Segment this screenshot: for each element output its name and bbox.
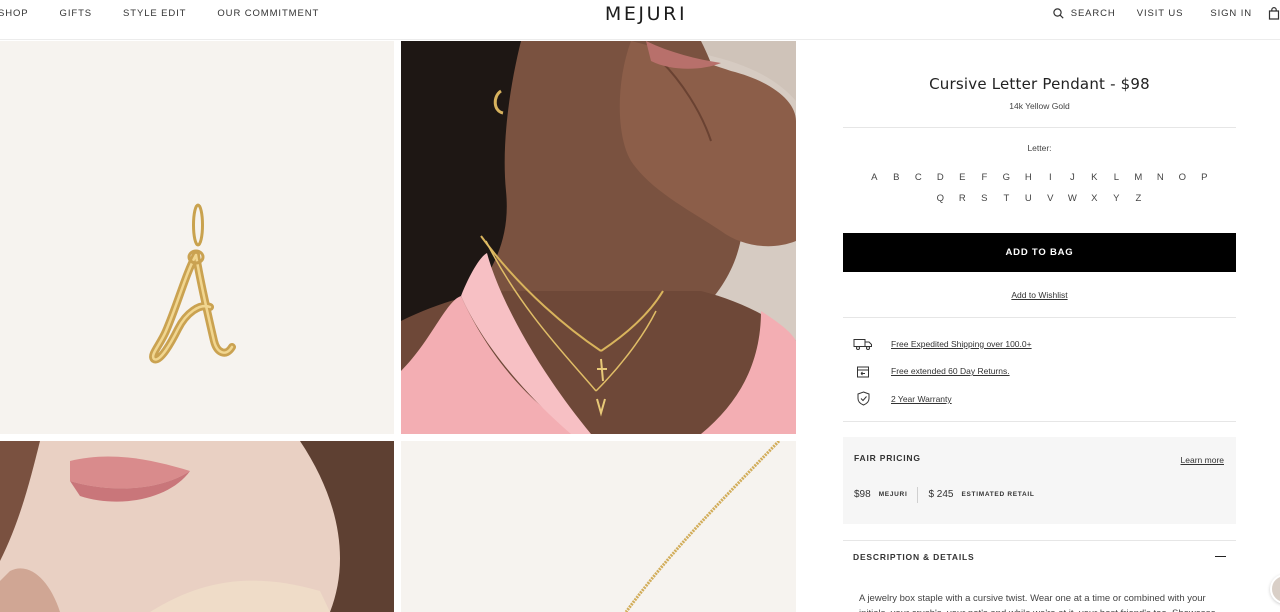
return-box-icon — [853, 365, 873, 378]
product-panel: Cursive Letter Pendant - $98 14k Yellow … — [843, 41, 1236, 612]
perk-returns: Free extended 60 Day Returns. — [843, 358, 1236, 386]
truck-icon — [853, 338, 873, 350]
letter-option-g[interactable]: G — [996, 172, 1018, 193]
fair-pricing-box: FAIR PRICING Learn more $98 MEJURI $ 245… — [843, 436, 1236, 524]
letter-selector: ABCDEFGHIJKLMNOP QRSTUVWXYZ — [843, 172, 1236, 214]
collapse-minus-icon[interactable] — [1215, 555, 1226, 558]
mejuri-price-tag: MEJURI — [878, 491, 908, 498]
perk-warranty-link[interactable]: 2 Year Warranty — [891, 394, 952, 404]
perk-shipping: Free Expedited Shipping over 100.0+ — [843, 330, 1236, 358]
product-image-chain[interactable] — [401, 441, 796, 612]
search-icon — [1053, 7, 1064, 19]
product-gallery — [0, 41, 796, 612]
add-to-wishlist-link[interactable]: Add to Wishlist — [843, 290, 1236, 300]
nav-sign-in[interactable]: SIGN IN — [1210, 8, 1252, 19]
letter-option-x[interactable]: X — [1084, 193, 1106, 214]
chat-widget-button[interactable] — [1270, 574, 1280, 604]
letter-option-q[interactable]: Q — [930, 193, 952, 214]
price-comparison: $98 MEJURI $ 245 ESTIMATED RETAIL — [854, 486, 1035, 503]
product-material: 14k Yellow Gold — [1009, 101, 1070, 111]
letter-option-p[interactable]: P — [1194, 172, 1216, 193]
add-to-bag-button[interactable]: ADD TO BAG — [843, 233, 1236, 272]
letter-option-n[interactable]: N — [1150, 172, 1172, 193]
fair-pricing-title: FAIR PRICING — [854, 452, 921, 463]
letter-label: Letter: — [1027, 143, 1052, 153]
product-image-closeup-lips[interactable] — [0, 441, 394, 612]
nav-visit-us[interactable]: VISIT US — [1137, 8, 1184, 19]
letter-option-o[interactable]: O — [1172, 172, 1194, 193]
search-label: SEARCH — [1070, 7, 1116, 19]
perks-list: Free Expedited Shipping over 100.0+ Free… — [843, 330, 1236, 413]
letter-option-j[interactable]: J — [1062, 172, 1084, 193]
description-accordion-header[interactable]: DESCRIPTION & DETAILS — [843, 541, 1236, 573]
letter-option-h[interactable]: H — [1018, 172, 1040, 193]
site-header: SHOP GIFTS STYLE EDIT OUR COMMITMENT MEJ… — [0, 0, 1280, 40]
letter-option-v[interactable]: V — [1040, 193, 1062, 214]
letter-option-k[interactable]: K — [1084, 172, 1106, 193]
letter-option-f[interactable]: F — [974, 172, 996, 193]
product-title: Cursive Letter Pendant - $98 — [929, 75, 1150, 93]
letter-option-b[interactable]: B — [886, 172, 908, 193]
price-divider — [917, 486, 919, 503]
perk-returns-link[interactable]: Free extended 60 Day Returns. — [891, 366, 1010, 376]
perk-shipping-link[interactable]: Free Expedited Shipping over 100.0+ — [891, 339, 1032, 349]
letter-option-i[interactable]: I — [1040, 172, 1062, 193]
letter-option-y[interactable]: Y — [1106, 193, 1128, 214]
letter-option-a[interactable]: A — [864, 172, 886, 193]
letter-option-t[interactable]: T — [996, 193, 1018, 214]
product-image-model-neck[interactable] — [401, 41, 796, 434]
product-image-pendant[interactable] — [0, 41, 394, 434]
letter-option-m[interactable]: M — [1128, 172, 1150, 193]
description-text: A jewelry box staple with a cursive twis… — [859, 592, 1216, 612]
retail-price: $ 245 — [928, 489, 954, 500]
letter-option-l[interactable]: L — [1106, 172, 1128, 193]
letter-option-r[interactable]: R — [952, 193, 974, 214]
letter-option-w[interactable]: W — [1062, 193, 1084, 214]
perk-warranty: 2 Year Warranty — [843, 385, 1236, 413]
shield-check-icon — [853, 391, 873, 406]
learn-more-link[interactable]: Learn more — [1181, 455, 1224, 465]
mejuri-price: $98 — [854, 489, 871, 500]
letter-option-d[interactable]: D — [930, 172, 952, 193]
search-button[interactable]: SEARCH — [1053, 8, 1116, 19]
retail-price-tag: ESTIMATED RETAIL — [961, 491, 1035, 498]
description-title: DESCRIPTION & DETAILS — [853, 551, 975, 562]
letter-option-s[interactable]: S — [974, 193, 996, 214]
divider — [843, 127, 1236, 128]
letter-option-z[interactable]: Z — [1128, 193, 1150, 214]
letter-option-u[interactable]: U — [1018, 193, 1040, 214]
letter-option-e[interactable]: E — [952, 172, 974, 193]
shopping-bag-icon[interactable] — [1268, 6, 1280, 20]
letter-option-c[interactable]: C — [908, 172, 930, 193]
utility-nav: SEARCH VISIT US SIGN IN — [1053, 0, 1280, 26]
divider — [843, 420, 1236, 422]
divider — [843, 317, 1236, 318]
